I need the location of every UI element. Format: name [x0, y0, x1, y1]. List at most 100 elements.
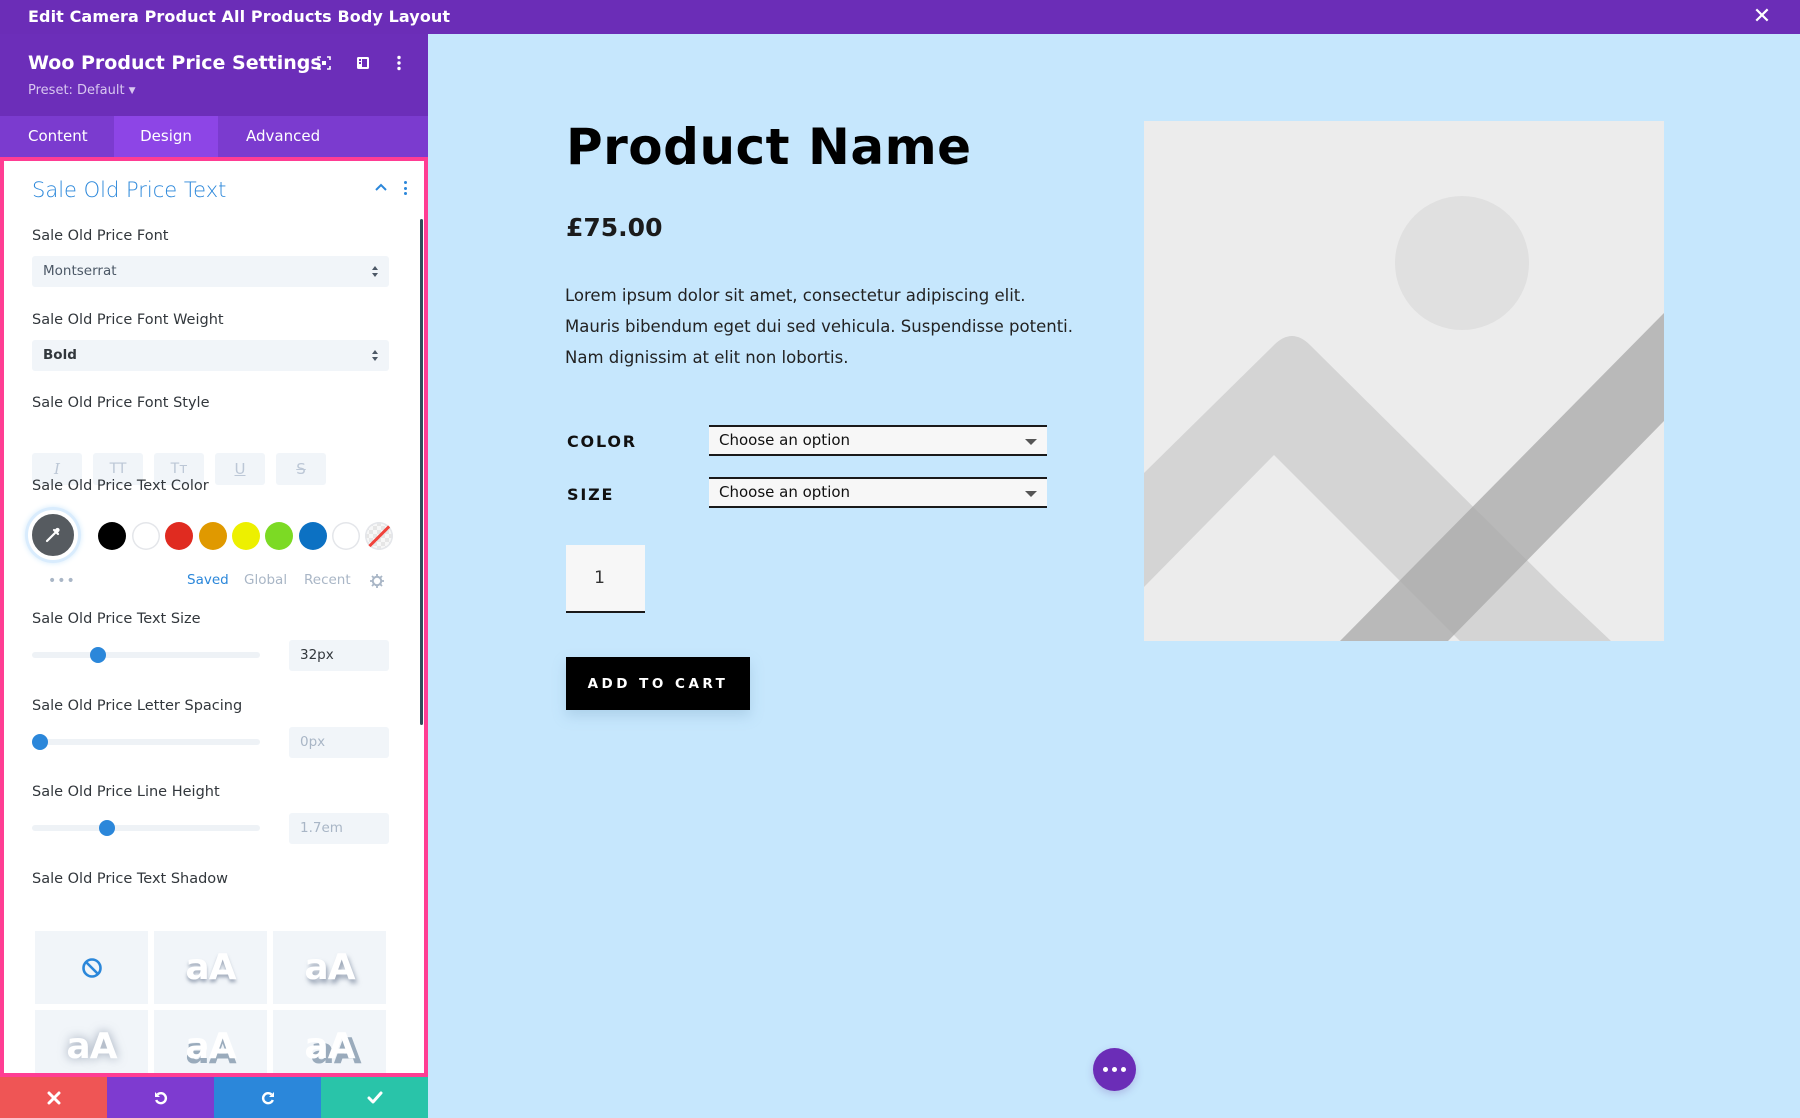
- image-placeholder-icon: [1144, 196, 1664, 641]
- settings-content: Sale Old Price Text Sale Old Price Font …: [0, 157, 428, 1077]
- shadow-option-1[interactable]: aA: [154, 931, 267, 1004]
- color-swatch-orange[interactable]: [199, 522, 227, 550]
- color-swatch-none[interactable]: [365, 522, 393, 550]
- shadow-option-3[interactable]: aA: [35, 1010, 148, 1073]
- dot-icon: [1121, 1067, 1126, 1072]
- scrollbar[interactable]: [420, 219, 423, 725]
- shadow-option-4[interactable]: aA: [154, 1010, 267, 1073]
- window-title-bar: Edit Camera Product All Products Body La…: [0, 0, 1800, 34]
- caret-down-icon: ▼: [128, 86, 136, 96]
- size-select[interactable]: Choose an option: [709, 477, 1047, 508]
- uppercase-icon: TT: [109, 461, 127, 477]
- shadow-option-none[interactable]: [35, 931, 148, 1004]
- text-size-slider[interactable]: [32, 647, 260, 663]
- dot-icon: [1112, 1067, 1117, 1072]
- more-colors-icon[interactable]: •••: [48, 573, 76, 589]
- redo-icon: [261, 1091, 274, 1104]
- font-weight-label: Sale Old Price Font Weight: [32, 312, 224, 328]
- color-select[interactable]: Choose an option: [709, 425, 1047, 456]
- palette-tab-global[interactable]: Global: [244, 572, 287, 588]
- text-size-input[interactable]: 32px: [289, 640, 389, 671]
- line-height-label: Sale Old Price Line Height: [32, 784, 220, 800]
- attribute-label-color: COLOR: [567, 432, 637, 451]
- text-shadow-presets: aA aA aA aA aA: [35, 931, 386, 1073]
- palette-tab-saved[interactable]: Saved: [187, 572, 229, 588]
- line-height-input[interactable]: 1.7em: [289, 813, 389, 844]
- close-icon[interactable]: ✕: [1750, 4, 1774, 30]
- eyedropper-icon: [45, 527, 60, 543]
- color-swatch-white[interactable]: [132, 522, 160, 550]
- check-icon: [367, 1091, 382, 1103]
- slider-knob[interactable]: [32, 734, 48, 750]
- more-vertical-icon[interactable]: [388, 52, 410, 74]
- product-price: £75.00: [566, 213, 663, 242]
- panel-header: Woo Product Price Settings Preset: Defau…: [0, 34, 428, 116]
- tab-advanced[interactable]: Advanced: [218, 116, 348, 157]
- page-settings-fab[interactable]: [1093, 1048, 1136, 1091]
- close-icon: [47, 1091, 60, 1104]
- color-swatch-red[interactable]: [165, 522, 193, 550]
- size-select-placeholder: Choose an option: [719, 483, 851, 501]
- gear-icon[interactable]: [369, 573, 385, 589]
- letter-spacing-input[interactable]: 0px: [289, 727, 389, 758]
- palette-tab-recent[interactable]: Recent: [304, 572, 351, 588]
- panel-tabs: Content Design Advanced: [0, 116, 428, 157]
- attribute-label-size: SIZE: [567, 485, 615, 504]
- font-weight-select[interactable]: Bold: [32, 340, 389, 371]
- slider-knob[interactable]: [99, 820, 116, 836]
- underline-button[interactable]: U: [215, 453, 265, 485]
- tab-content[interactable]: Content: [0, 116, 114, 157]
- color-swatch-blue[interactable]: [299, 522, 327, 550]
- product-title: Product Name: [566, 118, 972, 176]
- focus-icon[interactable]: [313, 52, 335, 74]
- window-title: Edit Camera Product All Products Body La…: [28, 7, 451, 26]
- shadow-option-5[interactable]: aA: [273, 1010, 386, 1073]
- dropdown-arrow-icon: [1025, 439, 1037, 445]
- undo-button[interactable]: [107, 1077, 214, 1118]
- redo-button[interactable]: [214, 1077, 321, 1118]
- quantity-input[interactable]: 1: [566, 545, 645, 613]
- settings-panel: Woo Product Price Settings Preset: Defau…: [0, 34, 428, 1118]
- shadow-option-2[interactable]: aA: [273, 931, 386, 1004]
- section-title: Sale Old Price Text: [32, 178, 227, 202]
- underline-icon: U: [234, 460, 246, 478]
- font-label: Sale Old Price Font: [32, 228, 169, 244]
- cancel-button[interactable]: [0, 1077, 107, 1118]
- font-select[interactable]: Montserrat: [32, 256, 389, 287]
- color-select-placeholder: Choose an option: [719, 431, 851, 449]
- preset-dropdown[interactable]: Preset: Default ▼: [28, 83, 135, 98]
- add-to-cart-button[interactable]: ADD TO CART: [566, 657, 750, 710]
- undo-icon: [154, 1091, 167, 1104]
- letter-spacing-label: Sale Old Price Letter Spacing: [32, 698, 243, 714]
- letter-spacing-slider[interactable]: [32, 734, 260, 750]
- dot-icon: [1103, 1067, 1108, 1072]
- text-shadow-label: Sale Old Price Text Shadow: [32, 871, 229, 887]
- select-arrows-icon: [372, 266, 378, 277]
- font-weight-select-value: Bold: [43, 347, 77, 363]
- product-image-placeholder: [1144, 121, 1664, 641]
- color-swatch-green[interactable]: [265, 522, 293, 550]
- font-style-label: Sale Old Price Font Style: [32, 395, 210, 411]
- capitalize-icon: Tт: [170, 461, 188, 477]
- color-swatch-white-2[interactable]: [332, 522, 360, 550]
- strikethrough-button[interactable]: S: [276, 453, 326, 485]
- line-height-slider[interactable]: [32, 820, 260, 836]
- font-select-value: Montserrat: [43, 263, 117, 279]
- product-description: Lorem ipsum dolor sit amet, consectetur …: [565, 286, 1073, 367]
- slider-knob[interactable]: [90, 647, 107, 663]
- dropdown-arrow-icon: [1025, 491, 1037, 497]
- strikethrough-icon: S: [296, 460, 306, 478]
- text-color-label: Sale Old Price Text Color: [32, 478, 209, 494]
- panel-title: Woo Product Price Settings: [28, 52, 322, 74]
- chevron-up-icon[interactable]: [373, 179, 389, 195]
- section-more-icon[interactable]: [401, 179, 409, 197]
- select-arrows-icon: [372, 350, 378, 361]
- text-size-label: Sale Old Price Text Size: [32, 611, 201, 627]
- color-swatch-black[interactable]: [98, 522, 126, 550]
- tab-design[interactable]: Design: [114, 116, 218, 157]
- color-swatch-yellow[interactable]: [232, 522, 260, 550]
- preset-label: Preset: Default: [28, 83, 125, 98]
- split-view-icon[interactable]: [352, 52, 374, 74]
- save-button[interactable]: [321, 1077, 428, 1118]
- eyedropper-button[interactable]: [28, 510, 78, 560]
